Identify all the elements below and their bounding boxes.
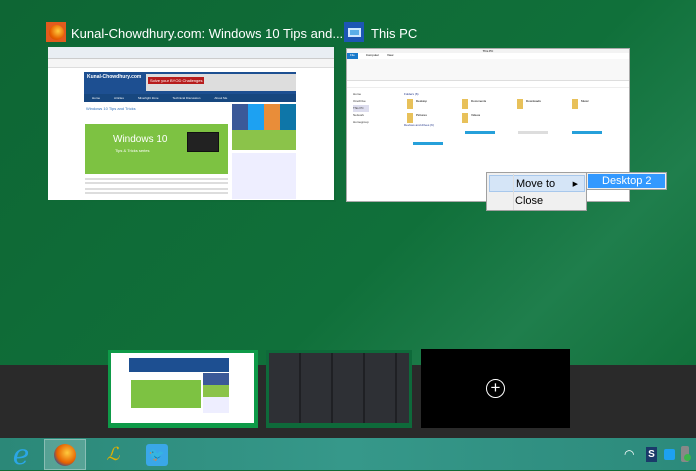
submenu-arrow-icon: ▶ (572, 181, 578, 188)
nav-pane: Home OneDrive This PC Network Homegroup (353, 92, 369, 124)
taskbar-pen-app[interactable]: ℒ (92, 439, 134, 470)
site-nav: Home Articles Silverlight Zone Technical Di… (84, 94, 296, 102)
window-thumbnail-firefox[interactable]: Kunal-Chowdhury.com Solve your BYOD Chal… (46, 45, 336, 202)
newsletter-box (232, 130, 296, 150)
taskbar-firefox[interactable] (44, 439, 86, 470)
this-pc-icon (344, 22, 364, 42)
plus-circle-icon: + (486, 379, 505, 398)
browser-toolbar (48, 59, 334, 68)
submenu-item-desktop-2[interactable]: Desktop 2 (588, 174, 665, 188)
usb-safe-remove-icon[interactable] (681, 446, 691, 462)
s-app-icon[interactable]: S (646, 447, 657, 462)
new-desktop-button[interactable]: + (421, 349, 570, 428)
window-title-this-pc[interactable]: This PC (371, 26, 417, 41)
social-icons (232, 104, 296, 130)
submenu: Desktop 2 (586, 172, 667, 190)
menu-item-close[interactable]: Close (489, 193, 585, 210)
hero-image: Windows 10 Tips & Tricks series (85, 124, 228, 174)
address-bar (347, 82, 629, 88)
facebook-widget (232, 153, 296, 199)
site-header: Kunal-Chowdhury.com Solve your BYOD Chal… (84, 72, 296, 94)
ad-banner: Solve your BYOD Challenges (148, 77, 205, 84)
firefox-icon (54, 443, 76, 466)
firefox-icon (46, 22, 66, 42)
site-name: Kunal-Chowdhury.com (87, 74, 142, 80)
twitter-tray-icon[interactable] (664, 449, 675, 460)
context-menu: Move to ▶ Close (486, 172, 587, 211)
post-title: Windows 10 Tips and Tricks (86, 106, 136, 111)
window-title-firefox[interactable]: Kunal-Chowdhury.com: Windows 10 Tips and… (71, 26, 343, 41)
folders-grid: Desktop Documents Downloads Music Pictur… (407, 99, 627, 123)
desktop-2-thumbnail[interactable] (266, 350, 412, 428)
taskbar-twitter[interactable]: 🐦 (136, 439, 178, 470)
taskbar-internet-explorer[interactable]: e (0, 438, 42, 471)
twitter-icon: 🐦 (146, 443, 168, 466)
menu-item-move-to[interactable]: Move to ▶ (489, 175, 585, 192)
ribbon (347, 59, 629, 81)
internet-explorer-icon: e (12, 438, 30, 471)
desktop-1-thumbnail[interactable] (108, 350, 258, 428)
browser-tabs (48, 47, 334, 59)
wifi-icon[interactable]: ◠ (624, 447, 634, 461)
pen-icon: ℒ (106, 444, 120, 464)
